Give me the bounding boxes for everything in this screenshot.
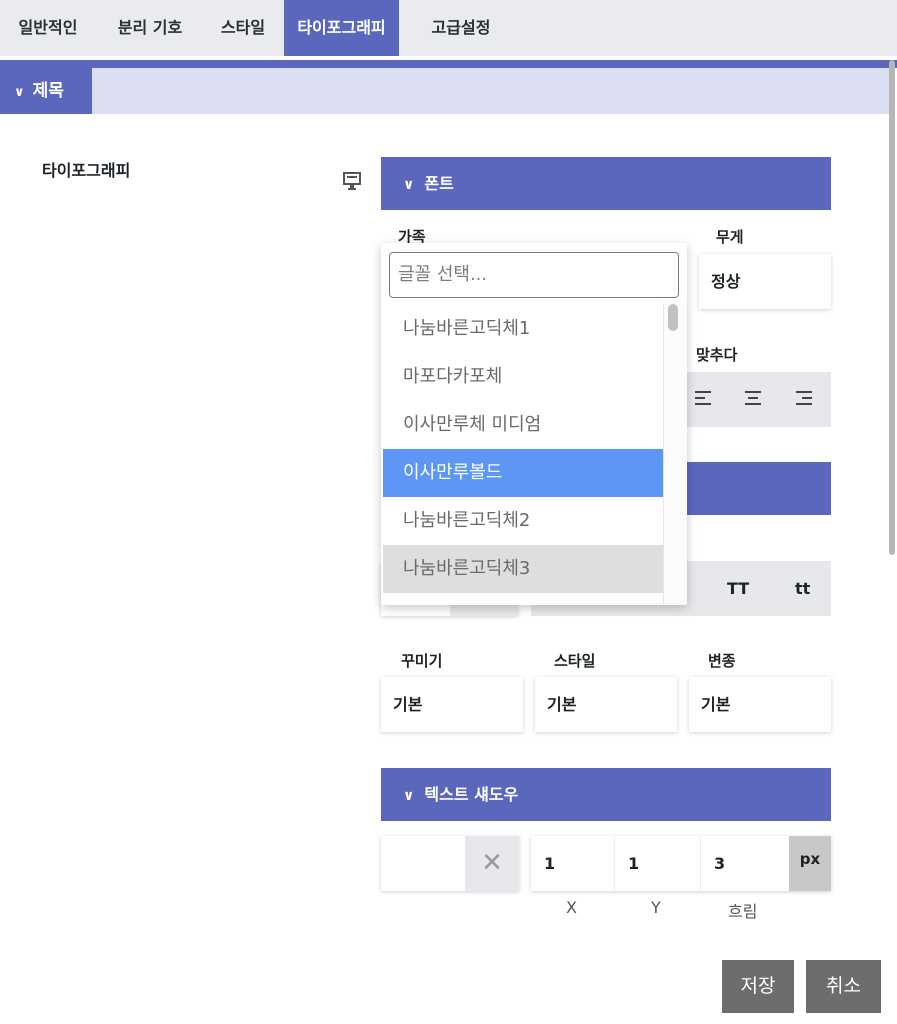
tab-general[interactable]: 일반적인 — [0, 0, 96, 56]
lowercase-button[interactable]: tt — [795, 561, 810, 616]
section-title: 제목 — [32, 81, 64, 101]
font-family-dropdown: 글꼴 선택... 나눔바른고딕체1 마포다카포체 이사만루체 미디엄 이사만루볼… — [381, 243, 687, 605]
accent-strip — [0, 60, 897, 68]
font-option[interactable]: 마포다카포체 — [383, 353, 663, 401]
align-label: 맞추다 — [696, 346, 738, 364]
font-option[interactable]: 나눔바른고딕체2 — [383, 497, 663, 545]
shadow-x-label: X — [566, 898, 577, 917]
scrollbar[interactable] — [887, 60, 897, 560]
chevron-down-icon: ∨ — [403, 788, 415, 804]
monitor-icon[interactable] — [343, 172, 361, 190]
font-option-selected[interactable]: 이사만루볼드 — [383, 449, 663, 497]
unit-button[interactable]: px — [789, 836, 831, 891]
font-panel-header[interactable]: ∨ 폰트 — [381, 157, 831, 210]
section-toggle[interactable]: ∨ 제목 — [0, 68, 92, 114]
align-left-icon[interactable] — [695, 389, 713, 409]
text-shadow-header[interactable]: ∨ 텍스트 섀도우 — [381, 768, 831, 821]
shadow-y-input[interactable]: 1 — [615, 836, 701, 891]
decoration-label: 꾸미기 — [401, 652, 443, 670]
shadow-blur-label: 흐림 — [728, 902, 758, 921]
typography-label: 타이포그래피 — [42, 161, 131, 180]
font-option[interactable]: 이사만루체 미디엄 — [383, 401, 663, 449]
align-group — [687, 372, 831, 427]
font-panel-title: 폰트 — [424, 174, 454, 193]
variant-select[interactable]: 기본 — [689, 677, 831, 732]
font-option-hovered[interactable]: 나눔바른고딕체3 — [383, 545, 663, 593]
save-button[interactable]: 저장 — [722, 960, 794, 1013]
close-icon[interactable]: ✕ — [465, 836, 519, 891]
tab-advanced[interactable]: 고급설정 — [411, 0, 511, 56]
tab-bar: 일반적인 분리 기호 스타일 타이포그래피 고급설정 — [0, 0, 897, 56]
tab-style[interactable]: 스타일 — [204, 0, 282, 56]
cancel-button[interactable]: 취소 — [806, 960, 881, 1013]
variant-label: 변종 — [708, 652, 736, 670]
text-shadow-title: 텍스트 섀도우 — [424, 785, 519, 804]
tab-typography[interactable]: 타이포그래피 — [284, 0, 399, 56]
align-center-icon[interactable] — [744, 389, 762, 409]
decoration-select[interactable]: 기본 — [381, 677, 523, 732]
align-right-icon[interactable] — [794, 389, 812, 409]
font-search-input[interactable]: 글꼴 선택... — [389, 252, 679, 298]
weight-select[interactable]: 정상 — [699, 254, 831, 309]
shadow-color-field[interactable]: ✕ — [381, 836, 519, 891]
scrollbar-thumb[interactable] — [889, 60, 895, 555]
shadow-y-label: Y — [651, 898, 661, 917]
tab-separator[interactable]: 분리 기호 — [100, 0, 200, 56]
shadow-blur-input[interactable]: 3 — [701, 836, 789, 891]
shadow-values-group: 1 1 3 px — [531, 836, 831, 891]
weight-label: 무게 — [716, 228, 744, 246]
chevron-down-icon: ∨ — [14, 85, 25, 100]
shadow-x-input[interactable]: 1 — [531, 836, 615, 891]
dropdown-scrollbar[interactable] — [663, 303, 687, 605]
section-header[interactable]: ∨ 제목 — [0, 68, 889, 114]
dropdown-scrollbar-thumb[interactable] — [668, 304, 678, 331]
font-option[interactable]: 나눔바른고딕체1 — [383, 305, 663, 353]
style-select[interactable]: 기본 — [535, 677, 677, 732]
uppercase-button[interactable]: TT — [727, 561, 749, 616]
style-label: 스타일 — [554, 652, 596, 670]
chevron-down-icon: ∨ — [403, 177, 415, 193]
